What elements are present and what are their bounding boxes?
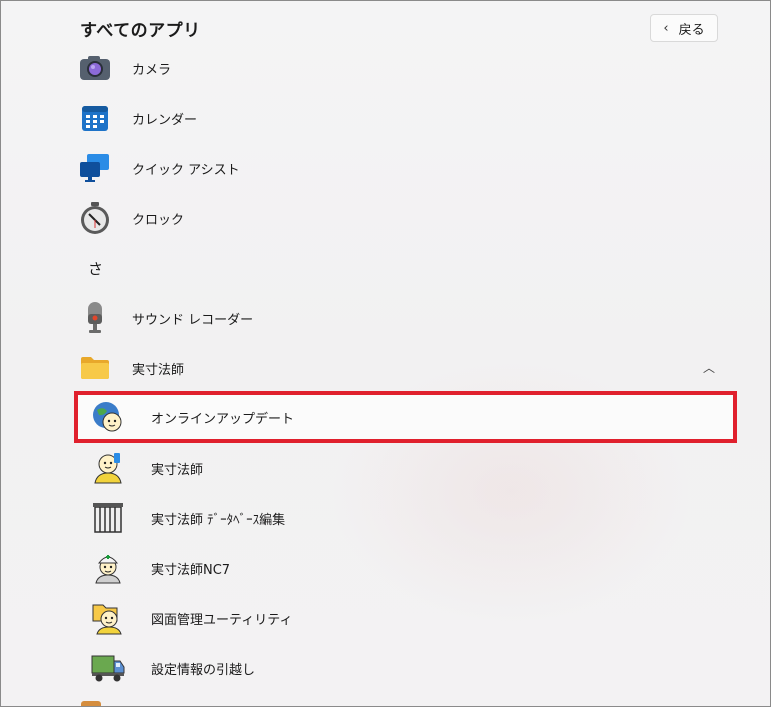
app-item-sound-recorder[interactable]: サウンド レコーダー bbox=[78, 298, 728, 338]
folder-label: 実寸法師 bbox=[132, 362, 185, 378]
app-item-calendar[interactable]: カレンダー bbox=[78, 98, 728, 138]
folder-subitem-migrate-settings[interactable]: 設定情報の引越し bbox=[91, 648, 731, 688]
app-label: オンラインアップデート bbox=[151, 411, 295, 427]
app-label: カメラ bbox=[132, 62, 172, 78]
app-label: カレンダー bbox=[132, 112, 198, 128]
camera-icon bbox=[78, 51, 112, 85]
folder-subitem-drawing-management[interactable]: 図面管理ユーティリティ bbox=[91, 598, 731, 638]
app-label: 設定情報の引越し bbox=[151, 662, 256, 678]
app-label: クロック bbox=[132, 212, 185, 228]
next-item-icon-partial bbox=[81, 701, 101, 706]
folder-icon bbox=[78, 351, 112, 385]
folder-item-jissun-houshi[interactable]: 実寸法師 bbox=[78, 348, 728, 388]
app-item-camera[interactable]: カメラ bbox=[78, 48, 728, 88]
microphone-icon bbox=[78, 301, 112, 335]
helmet-character-icon bbox=[91, 551, 125, 585]
folder-subitem-nc7[interactable]: 実寸法師NC7 bbox=[91, 548, 731, 588]
app-label: 図面管理ユーティリティ bbox=[151, 612, 293, 628]
app-item-quick-assist[interactable]: クイック アシスト bbox=[78, 148, 728, 188]
app-item-clock[interactable]: クロック bbox=[78, 198, 728, 238]
chevron-up-icon[interactable]: ︿ bbox=[703, 359, 715, 376]
app-label: クイック アシスト bbox=[132, 162, 240, 178]
page-title: すべてのアプリ bbox=[80, 21, 201, 41]
back-button-label: 戻る bbox=[678, 22, 705, 38]
app-label: 実寸法師NC7 bbox=[151, 562, 231, 578]
calendar-icon bbox=[78, 101, 112, 135]
truck-icon bbox=[91, 651, 125, 685]
folder-subitem-database-edit[interactable]: 実寸法師 ﾃﾞｰﾀﾍﾞｰｽ編集 bbox=[91, 498, 731, 538]
database-icon bbox=[91, 501, 125, 535]
start-menu-all-apps: すべてのアプリ ‹ 戻る カメラ カレンダー クイック アシスト クロック さ … bbox=[0, 0, 771, 707]
clock-icon bbox=[78, 201, 112, 235]
globe-character-icon bbox=[91, 400, 125, 434]
section-letter[interactable]: さ bbox=[88, 258, 103, 279]
chevron-left-icon: ‹ bbox=[663, 20, 669, 36]
folder-character-icon bbox=[91, 601, 125, 635]
app-label: 実寸法師 bbox=[151, 462, 204, 478]
back-button[interactable]: ‹ 戻る bbox=[650, 14, 718, 42]
character-icon bbox=[91, 451, 125, 485]
folder-subitem-jissun-houshi[interactable]: 実寸法師 bbox=[91, 448, 731, 488]
app-label: 実寸法師 ﾃﾞｰﾀﾍﾞｰｽ編集 bbox=[151, 512, 286, 528]
app-label: サウンド レコーダー bbox=[132, 312, 254, 328]
quick-assist-icon bbox=[78, 151, 112, 185]
folder-subitem-online-update[interactable]: オンラインアップデート bbox=[91, 397, 731, 437]
